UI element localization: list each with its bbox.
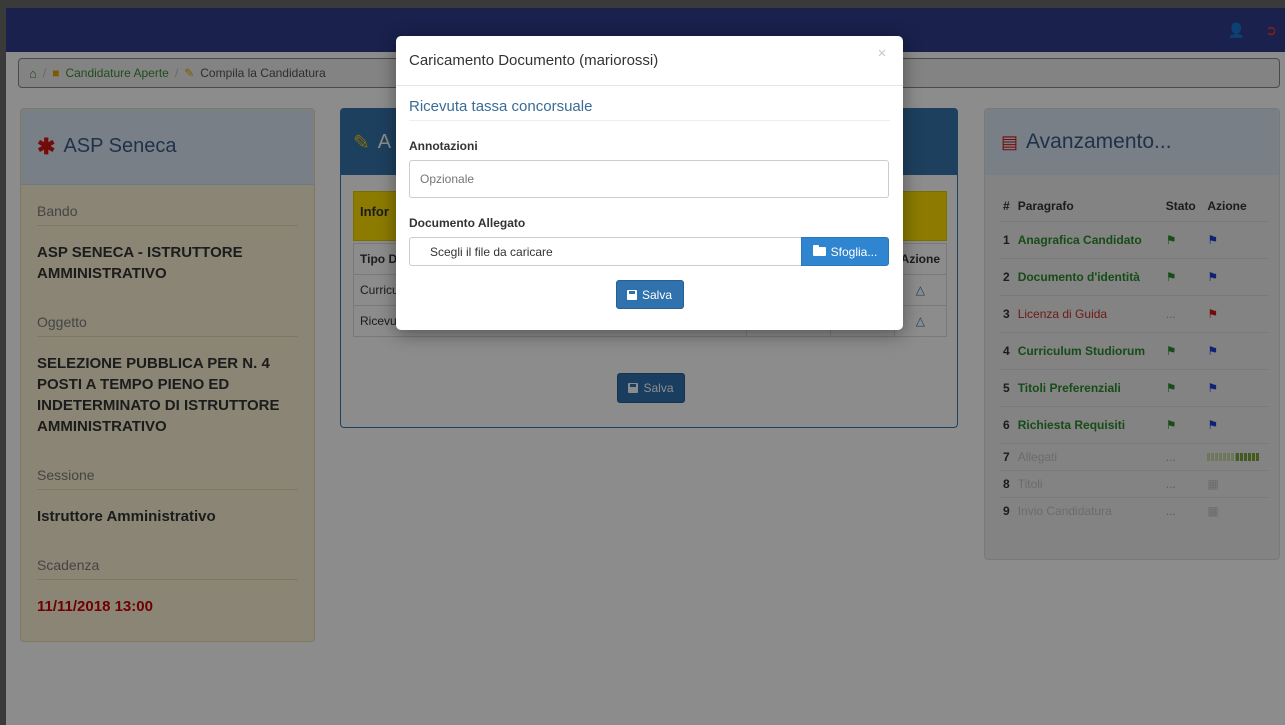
save-icon [626,289,637,300]
modal-subtitle: Ricevuta tassa concorsuale [409,98,890,121]
modal-title: Caricamento Documento (mariorossi) [409,52,659,69]
documento-label: Documento Allegato [409,216,526,230]
file-picker: Scegli il file da caricare Sfoglia... [409,237,889,266]
upload-document-modal: Caricamento Documento (mariorossi) × Ric… [396,36,903,330]
close-icon[interactable]: × [867,45,897,62]
annotazioni-input[interactable] [409,160,889,198]
save-button[interactable]: Salva [615,280,684,309]
folder-icon [812,245,826,256]
file-input[interactable]: Scegli il file da caricare [409,237,801,266]
browse-button[interactable]: Sfoglia... [801,237,889,266]
annotazioni-label: Annotazioni [409,139,478,153]
